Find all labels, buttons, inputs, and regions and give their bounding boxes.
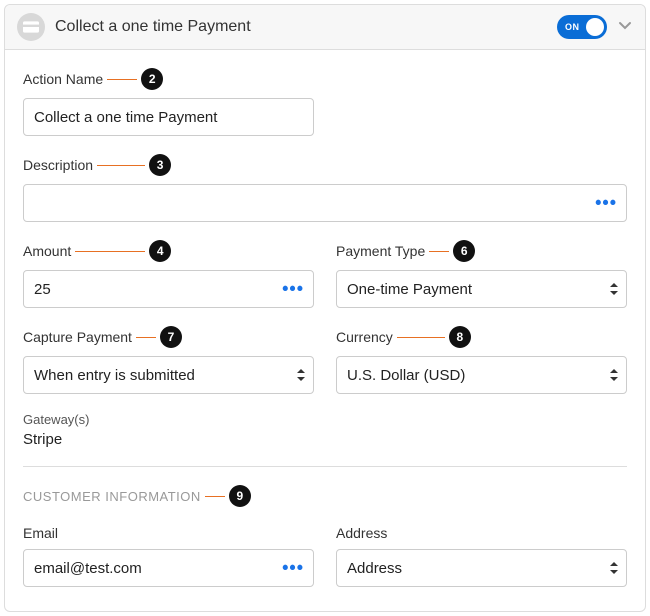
row-capture-currency: Capture Payment 7 When entry is submitte… — [23, 326, 627, 394]
callout-connector — [107, 79, 137, 80]
toggle-knob — [586, 18, 604, 36]
description-input[interactable] — [23, 184, 627, 222]
section-customer-info: CUSTOMER INFORMATION 9 — [23, 485, 627, 507]
collapse-chevron-icon[interactable] — [617, 18, 633, 37]
field-address: Address Address — [336, 525, 627, 587]
amount-input[interactable] — [23, 270, 314, 308]
merge-tags-icon[interactable]: ••• — [282, 279, 304, 300]
callout-7: 7 — [160, 326, 182, 348]
email-label: Email — [23, 525, 58, 541]
callout-connector — [97, 165, 145, 166]
field-currency: Currency 8 U.S. Dollar (USD) — [336, 326, 627, 394]
callout-connector — [397, 337, 445, 338]
panel-header: Collect a one time Payment ON — [5, 5, 645, 50]
payment-type-label: Payment Type — [336, 243, 425, 259]
currency-select[interactable]: U.S. Dollar (USD) — [336, 356, 627, 394]
callout-connector — [75, 251, 145, 252]
field-amount: Amount 4 ••• — [23, 240, 314, 308]
callout-9: 9 — [229, 485, 251, 507]
row-email-address: Email ••• Address Address — [23, 525, 627, 587]
gateway-value: Stripe — [23, 431, 627, 448]
callout-3: 3 — [149, 154, 171, 176]
section-divider — [23, 466, 627, 467]
action-name-input[interactable] — [23, 98, 314, 136]
callout-connector — [205, 496, 225, 497]
callout-connector — [136, 337, 156, 338]
capture-payment-label: Capture Payment — [23, 329, 132, 345]
payment-action-panel: Collect a one time Payment ON Action Nam… — [4, 4, 646, 612]
callout-connector — [429, 251, 449, 252]
callout-2: 2 — [141, 68, 163, 90]
address-label: Address — [336, 525, 387, 541]
panel-title: Collect a one time Payment — [55, 18, 547, 36]
field-email: Email ••• — [23, 525, 314, 587]
amount-label: Amount — [23, 243, 71, 259]
merge-tags-icon[interactable]: ••• — [595, 193, 617, 214]
description-label: Description — [23, 157, 93, 173]
payment-type-select[interactable]: One-time Payment — [336, 270, 627, 308]
address-select[interactable]: Address — [336, 549, 627, 587]
capture-payment-select[interactable]: When entry is submitted — [23, 356, 314, 394]
field-capture-payment: Capture Payment 7 When entry is submitte… — [23, 326, 314, 394]
panel-body: Action Name 2 Description 3 ••• Amount — [5, 50, 645, 611]
field-gateway: Gateway(s) Stripe — [23, 412, 627, 448]
field-payment-type: Payment Type 6 One-time Payment — [336, 240, 627, 308]
customer-info-heading: CUSTOMER INFORMATION — [23, 489, 201, 504]
callout-8: 8 — [449, 326, 471, 348]
field-description: Description 3 ••• — [23, 154, 627, 222]
gateway-label: Gateway(s) — [23, 412, 627, 427]
callout-4: 4 — [149, 240, 171, 262]
currency-label: Currency — [336, 329, 393, 345]
field-action-name: Action Name 2 — [23, 68, 314, 136]
action-name-label: Action Name — [23, 71, 103, 87]
merge-tags-icon[interactable]: ••• — [282, 558, 304, 579]
callout-6: 6 — [453, 240, 475, 262]
email-input[interactable] — [23, 549, 314, 587]
row-amount-paymenttype: Amount 4 ••• Payment Type 6 One-time Pay… — [23, 240, 627, 308]
credit-card-icon — [17, 13, 45, 41]
enable-toggle[interactable]: ON — [557, 15, 607, 39]
toggle-label: ON — [565, 22, 580, 32]
